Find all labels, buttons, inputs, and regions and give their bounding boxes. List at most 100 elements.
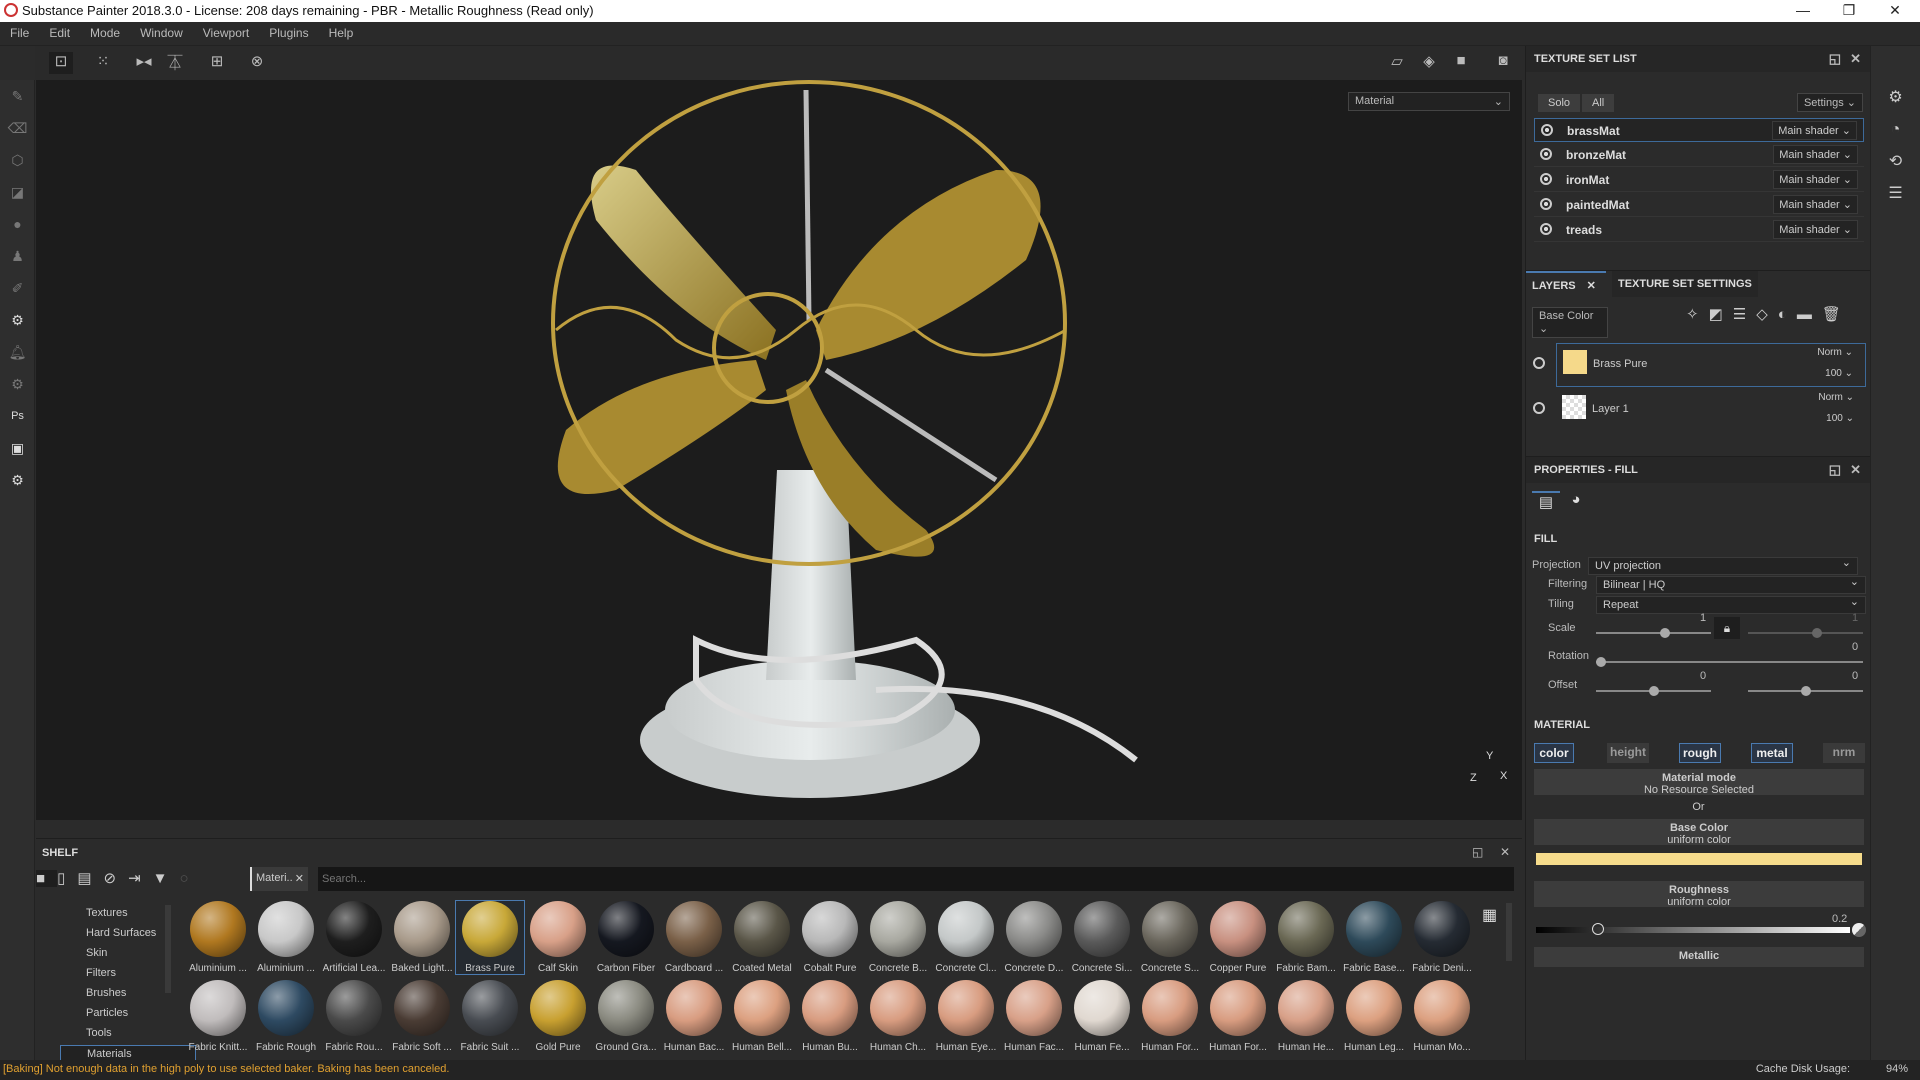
close-panel-icon[interactable]: ✕ [1500, 845, 1510, 859]
material-item[interactable]: Coated Metal [728, 901, 796, 974]
material-item[interactable]: Concrete D... [1000, 901, 1068, 974]
reset-icon[interactable]: ⊗ [245, 52, 269, 74]
offset-v-slider[interactable] [1748, 686, 1863, 696]
visibility-icon[interactable] [1533, 402, 1545, 414]
projection-dropdown[interactable]: UV projection [1588, 556, 1858, 575]
projection-icon[interactable]: ⬡ [0, 144, 35, 176]
filter-tag[interactable]: Materi.. ✕ [250, 867, 308, 891]
material-item[interactable]: Baked Light... [388, 901, 456, 974]
solo-button[interactable]: Solo [1538, 94, 1581, 112]
settings-dropdown[interactable]: Settings ⌄ [1796, 93, 1863, 112]
eraser-icon[interactable]: ⌫ [0, 112, 35, 144]
view-frame-icon[interactable]: ▱ [1385, 52, 1409, 74]
blend-mode-dropdown[interactable]: Norm ⌄ [1818, 392, 1854, 403]
add-layer-icon[interactable]: ☰ [1733, 306, 1756, 323]
category-item[interactable]: Textures [60, 905, 196, 923]
blend-mode-dropdown[interactable]: Norm ⌄ [1817, 347, 1853, 358]
symmetry-x-icon[interactable]: ▸◂ [132, 52, 156, 74]
close-tab-icon[interactable]: ✕ [1587, 280, 1596, 292]
float-panel-icon[interactable]: ◱ [1472, 845, 1483, 859]
material-item[interactable]: Human Eye... [932, 980, 1000, 1053]
tab-layers[interactable]: LAYERS ✕ [1526, 271, 1606, 297]
add-effect-icon[interactable]: ✧ [1686, 306, 1709, 323]
minimize-button[interactable]: — [1780, 0, 1826, 22]
substance-icon[interactable]: ⚙ [0, 304, 35, 336]
hide-icon[interactable]: ⊘ [104, 870, 129, 887]
chip-nrm[interactable]: nrm [1823, 743, 1865, 763]
material-item[interactable]: Fabric Bam... [1272, 901, 1340, 974]
slider-knob[interactable] [1592, 923, 1604, 935]
polygon-fill-icon[interactable]: ◪ [0, 176, 35, 208]
visibility-icon[interactable] [1540, 148, 1552, 160]
paint-brush-icon[interactable]: ✎ [0, 80, 35, 112]
roughness-slider[interactable] [1536, 923, 1850, 935]
material-item[interactable]: Cobalt Pure [796, 901, 864, 974]
scale-v-slider[interactable] [1748, 628, 1863, 638]
add-smart-mask-icon[interactable]: ◐ [1778, 306, 1797, 323]
material-item[interactable]: Fabric Knitt... [184, 980, 252, 1053]
menu-viewport[interactable]: Viewport [193, 22, 259, 40]
material-item[interactable]: Fabric Deni... [1408, 901, 1476, 974]
menu-window[interactable]: Window [130, 22, 193, 40]
scale-u-slider[interactable] [1596, 628, 1711, 638]
display-settings-icon[interactable]: ⚙ [1871, 82, 1920, 114]
material-item[interactable]: Human He... [1272, 980, 1340, 1053]
clone-stamp-icon[interactable]: ♟ [0, 240, 35, 272]
material-item[interactable]: Concrete Cl... [932, 901, 1000, 974]
shader-settings-icon[interactable]: ◔ [1871, 114, 1920, 146]
visibility-icon[interactable] [1541, 124, 1553, 136]
material-item[interactable]: Fabric Base... [1340, 901, 1408, 974]
slider-knob[interactable] [1649, 686, 1659, 696]
category-item[interactable]: Tools [60, 1025, 196, 1043]
opacity-dropdown[interactable]: 100 ⌄ [1825, 368, 1853, 379]
grid-select-icon[interactable]: ⁙ [91, 52, 115, 74]
material-item[interactable]: Human Bell... [728, 980, 796, 1053]
add-folder-icon[interactable]: ▬ [1797, 306, 1822, 323]
shader-dropdown[interactable]: Main shader ⌄ [1773, 220, 1858, 239]
opacity-dropdown[interactable]: 100 ⌄ [1826, 413, 1854, 424]
cube-view-icon[interactable]: ◈ [1417, 52, 1441, 74]
document-icon[interactable]: ▤ [77, 870, 103, 887]
layer-row[interactable]: Layer 1 Norm ⌄ 100 ⌄ [1556, 389, 1866, 433]
close-window-button[interactable]: ✕ [1872, 0, 1918, 22]
symmetry-y-icon[interactable]: ⏄ [163, 52, 187, 74]
layer-row[interactable]: Brass Pure Norm ⌄ 100 ⌄ [1556, 343, 1866, 387]
history-icon[interactable]: ⟲ [1871, 146, 1920, 178]
material-item[interactable]: Human Ch... [864, 980, 932, 1053]
material-tab-icon[interactable]: ◕ [1562, 491, 1590, 517]
select-mode-icon[interactable]: ⊡ [49, 52, 73, 74]
export-icon[interactable]: ▣ [0, 432, 35, 464]
shader-dropdown[interactable]: Main shader ⌄ [1773, 195, 1858, 214]
material-item[interactable]: Human For... [1136, 980, 1204, 1053]
tab-texture-set-settings[interactable]: TEXTURE SET SETTINGS [1612, 271, 1758, 297]
roughness-block[interactable]: Roughness uniform color [1534, 881, 1864, 908]
bell-icon[interactable]: 🔔︎ [0, 336, 35, 368]
lock-icon[interactable]: 🔒︎ [1714, 617, 1740, 639]
folder-icon[interactable]: ■ [36, 870, 58, 887]
menu-help[interactable]: Help [319, 22, 364, 40]
category-item[interactable]: Hard Surfaces [60, 925, 196, 943]
channel-dropdown[interactable]: Base Color ⌄ [1532, 307, 1608, 338]
remove-filter-icon[interactable]: ✕ [295, 872, 304, 885]
search-input[interactable] [318, 867, 1514, 891]
float-panel-icon[interactable]: ◱ [1829, 462, 1841, 478]
material-item[interactable]: Human Mo... [1408, 980, 1476, 1053]
category-item[interactable]: Particles [60, 1005, 196, 1023]
screenshot-camera-icon[interactable]: ◙ [1491, 52, 1515, 74]
material-item[interactable]: Aluminium ... [252, 901, 320, 974]
material-item[interactable]: Fabric Rou... [320, 980, 388, 1053]
color-picker-icon[interactable] [1852, 923, 1866, 937]
slider-knob[interactable] [1660, 628, 1670, 638]
base-color-swatch[interactable] [1536, 853, 1862, 865]
material-item[interactable]: Fabric Soft ... [388, 980, 456, 1053]
slider-knob[interactable] [1596, 657, 1606, 667]
material-item[interactable]: Human Bu... [796, 980, 864, 1053]
texture-set-row[interactable]: ironMat Main shader ⌄ [1534, 168, 1864, 192]
material-item[interactable]: Human Bac... [660, 980, 728, 1053]
chip-height[interactable]: height [1607, 743, 1649, 763]
material-item[interactable]: Concrete B... [864, 901, 932, 974]
material-item[interactable]: Concrete S... [1136, 901, 1204, 974]
material-item[interactable]: Ground Gra... [592, 980, 660, 1053]
smudge-icon[interactable]: ● [0, 208, 35, 240]
import-icon[interactable]: ⇥ [128, 870, 153, 887]
